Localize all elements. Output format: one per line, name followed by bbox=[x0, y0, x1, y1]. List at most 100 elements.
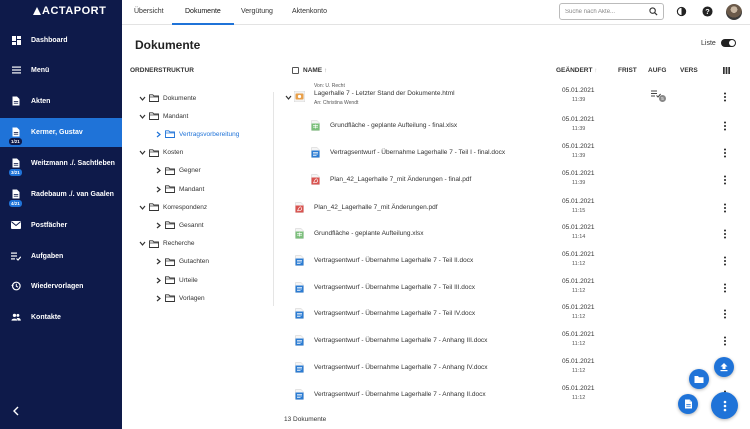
more-vertical-icon[interactable] bbox=[723, 92, 729, 102]
tab-dokumente[interactable]: Dokumente bbox=[172, 0, 234, 25]
chevron-down-icon[interactable] bbox=[139, 113, 146, 120]
chevron-right-icon[interactable] bbox=[155, 222, 162, 229]
chevron-down-icon[interactable] bbox=[139, 95, 146, 102]
column-deadline-header[interactable]: FRIST bbox=[618, 67, 637, 74]
sidebar-item-menü[interactable]: Menü bbox=[0, 56, 122, 85]
table-row[interactable]: Vertragsentwurf - Übernahme Lagerhalle 7… bbox=[283, 356, 738, 380]
chevron-down-icon[interactable] bbox=[139, 204, 146, 211]
tree-node-label: Vertragsvorbereitung bbox=[179, 130, 240, 138]
table-row[interactable]: Vertragsentwurf - Übernahme Lagerhalle 7… bbox=[283, 383, 738, 407]
document-name[interactable]: Grundfläche - geplante Aufteilung - fina… bbox=[330, 122, 457, 129]
column-changed-header[interactable]: GEÄNDERT ↑ bbox=[556, 67, 598, 74]
table-row[interactable]: Plan_42_Lagerhalle 7_mit Änderungen - fi… bbox=[283, 168, 738, 192]
list-view-toggle[interactable] bbox=[721, 39, 736, 47]
tab-uebersicht[interactable]: Übersicht bbox=[134, 0, 164, 25]
more-actions-button[interactable] bbox=[711, 392, 738, 419]
table-row[interactable]: Plan_42_Lagerhalle 7_mit Änderungen.pdf 0… bbox=[283, 196, 738, 220]
chevron-right-icon[interactable] bbox=[155, 295, 162, 302]
tree-node[interactable]: Vorlagen bbox=[155, 292, 205, 304]
tab-verguetung[interactable]: Vergütung bbox=[241, 0, 273, 25]
more-vertical-icon[interactable] bbox=[723, 203, 729, 213]
tree-node[interactable]: Gegner bbox=[155, 165, 201, 177]
sidebar-item-radebaum-van-gaalen[interactable]: Radebaum ./. van Gaalen 4/21 bbox=[0, 180, 122, 209]
document-name[interactable]: Vertragsentwurf - Übernahme Lagerhalle 7… bbox=[314, 337, 487, 344]
sidebar-item-kontakte[interactable]: Kontakte bbox=[0, 303, 122, 332]
more-vertical-icon[interactable] bbox=[723, 283, 729, 293]
column-task-header[interactable]: AUFG bbox=[648, 67, 666, 74]
table-row[interactable]: Grundfläche - geplante Aufteilung - fina… bbox=[283, 114, 738, 138]
tree-node[interactable]: Recherche bbox=[139, 238, 194, 250]
tree-node[interactable]: Dokumente bbox=[139, 92, 196, 104]
tree-node[interactable]: Gesannt bbox=[155, 219, 204, 231]
chevron-right-icon[interactable] bbox=[155, 131, 162, 138]
chevron-right-icon[interactable] bbox=[155, 167, 162, 174]
sidebar-item-label: Radebaum ./. van Gaalen bbox=[31, 191, 114, 198]
chevron-down-icon[interactable] bbox=[139, 240, 146, 247]
document-name[interactable]: Vertragsentwurf - Übernahme Lagerhalle 7… bbox=[330, 149, 505, 156]
docx-file-icon bbox=[295, 282, 304, 293]
theme-toggle-icon[interactable] bbox=[676, 6, 687, 17]
table-row[interactable]: Vertragsentwurf - Übernahme Lagerhalle 7… bbox=[283, 249, 738, 273]
more-vertical-icon[interactable] bbox=[723, 336, 729, 346]
document-name[interactable]: Vertragsentwurf - Übernahme Lagerhalle 7… bbox=[314, 391, 486, 398]
table-row[interactable]: Vertragsentwurf - Übernahme Lagerhalle 7… bbox=[283, 302, 738, 326]
table-row[interactable]: Von: U. Recht An: Christina Wendt Lagerhal… bbox=[283, 83, 738, 109]
search-input[interactable] bbox=[565, 6, 645, 17]
document-icon bbox=[684, 399, 692, 409]
document-name[interactable]: Vertragsentwurf - Übernahme Lagerhalle 7… bbox=[314, 284, 475, 291]
chevron-right-icon[interactable] bbox=[155, 186, 162, 193]
tree-node[interactable]: Mandant bbox=[139, 110, 188, 122]
document-name[interactable]: Vertragsentwurf - Übernahme Lagerhalle 7… bbox=[314, 310, 475, 317]
document-name[interactable]: Grundfläche - geplante Aufteilung.xlsx bbox=[314, 230, 423, 237]
tree-node[interactable]: Korrespondenz bbox=[139, 201, 207, 213]
sidebar-item-weitzmann-sachtleben[interactable]: Weitzmann ./. Sachtleben 3/21 bbox=[0, 149, 122, 178]
sidebar-item-akten[interactable]: Akten bbox=[0, 87, 122, 116]
upload-button[interactable] bbox=[714, 357, 734, 377]
folder-icon bbox=[165, 258, 175, 266]
new-document-button[interactable] bbox=[678, 394, 698, 414]
search-icon[interactable] bbox=[649, 7, 658, 16]
more-vertical-icon[interactable] bbox=[723, 256, 729, 266]
more-vertical-icon[interactable] bbox=[723, 229, 729, 239]
tree-node[interactable]: Kosten bbox=[139, 147, 183, 159]
chevron-right-icon[interactable] bbox=[155, 277, 162, 284]
new-folder-button[interactable] bbox=[689, 369, 709, 389]
tree-node[interactable]: Vertragsvorbereitung bbox=[155, 128, 239, 140]
document-name[interactable]: Plan_42_Lagerhalle 7_mit Änderungen.pdf bbox=[314, 204, 438, 211]
document-name[interactable]: Vertragsentwurf - Übernahme Lagerhalle 7… bbox=[314, 257, 473, 264]
tasks-icon bbox=[11, 251, 21, 261]
more-vertical-icon[interactable] bbox=[723, 121, 729, 131]
app-logo[interactable]: ACTAPORT bbox=[33, 5, 106, 17]
tab-aktenkonto[interactable]: Aktenkonto bbox=[292, 0, 327, 25]
help-icon[interactable]: ? bbox=[702, 6, 713, 17]
chevron-down-icon[interactable] bbox=[139, 149, 146, 156]
tree-node[interactable]: Gutachten bbox=[155, 256, 209, 268]
select-all-checkbox[interactable] bbox=[292, 67, 299, 74]
task-indicator[interactable]: 5 bbox=[651, 90, 667, 104]
column-chooser-icon[interactable] bbox=[723, 67, 730, 74]
table-row[interactable]: Vertragsentwurf - Übernahme Lagerhalle 7… bbox=[283, 276, 738, 300]
more-vertical-icon[interactable] bbox=[723, 148, 729, 158]
document-name[interactable]: Lagerhalle 7 - Letzter Stand der Dokumen… bbox=[314, 90, 455, 97]
collapse-sidebar-button[interactable] bbox=[12, 406, 20, 416]
table-row[interactable]: Vertragsentwurf - Übernahme Lagerhalle 7… bbox=[283, 329, 738, 353]
tree-node[interactable]: Urteile bbox=[155, 274, 198, 286]
chevron-right-icon[interactable] bbox=[155, 258, 162, 265]
sidebar-item-kermer-gustav[interactable]: Kermer, Gustav 1/21 bbox=[0, 118, 122, 147]
chevron-down-icon[interactable] bbox=[285, 94, 292, 103]
document-name[interactable]: Plan_42_Lagerhalle 7_mit Änderungen - fi… bbox=[330, 176, 471, 183]
document-name[interactable]: Vertragsentwurf - Übernahme Lagerhalle 7… bbox=[314, 364, 488, 371]
more-vertical-icon[interactable] bbox=[723, 309, 729, 319]
column-name-header[interactable]: NAME ↑ bbox=[303, 67, 327, 74]
more-vertical-icon[interactable] bbox=[723, 175, 729, 185]
sidebar-item-dashboard[interactable]: Dashboard bbox=[0, 26, 122, 55]
table-row[interactable]: Grundfläche - geplante Aufteilung.xlsx 05… bbox=[283, 222, 738, 246]
sidebar-item-wiedervorlagen[interactable]: Wiedervorlagen bbox=[0, 272, 122, 301]
avatar[interactable] bbox=[726, 4, 742, 20]
sidebar-item-aufgaben[interactable]: Aufgaben bbox=[0, 242, 122, 271]
column-version-header[interactable]: VERS bbox=[680, 67, 698, 74]
table-row[interactable]: Vertragsentwurf - Übernahme Lagerhalle 7… bbox=[283, 141, 738, 165]
tree-node[interactable]: Mandant bbox=[155, 183, 204, 195]
history-icon bbox=[11, 281, 21, 291]
sidebar-item-postfächer[interactable]: Postfächer bbox=[0, 211, 122, 240]
